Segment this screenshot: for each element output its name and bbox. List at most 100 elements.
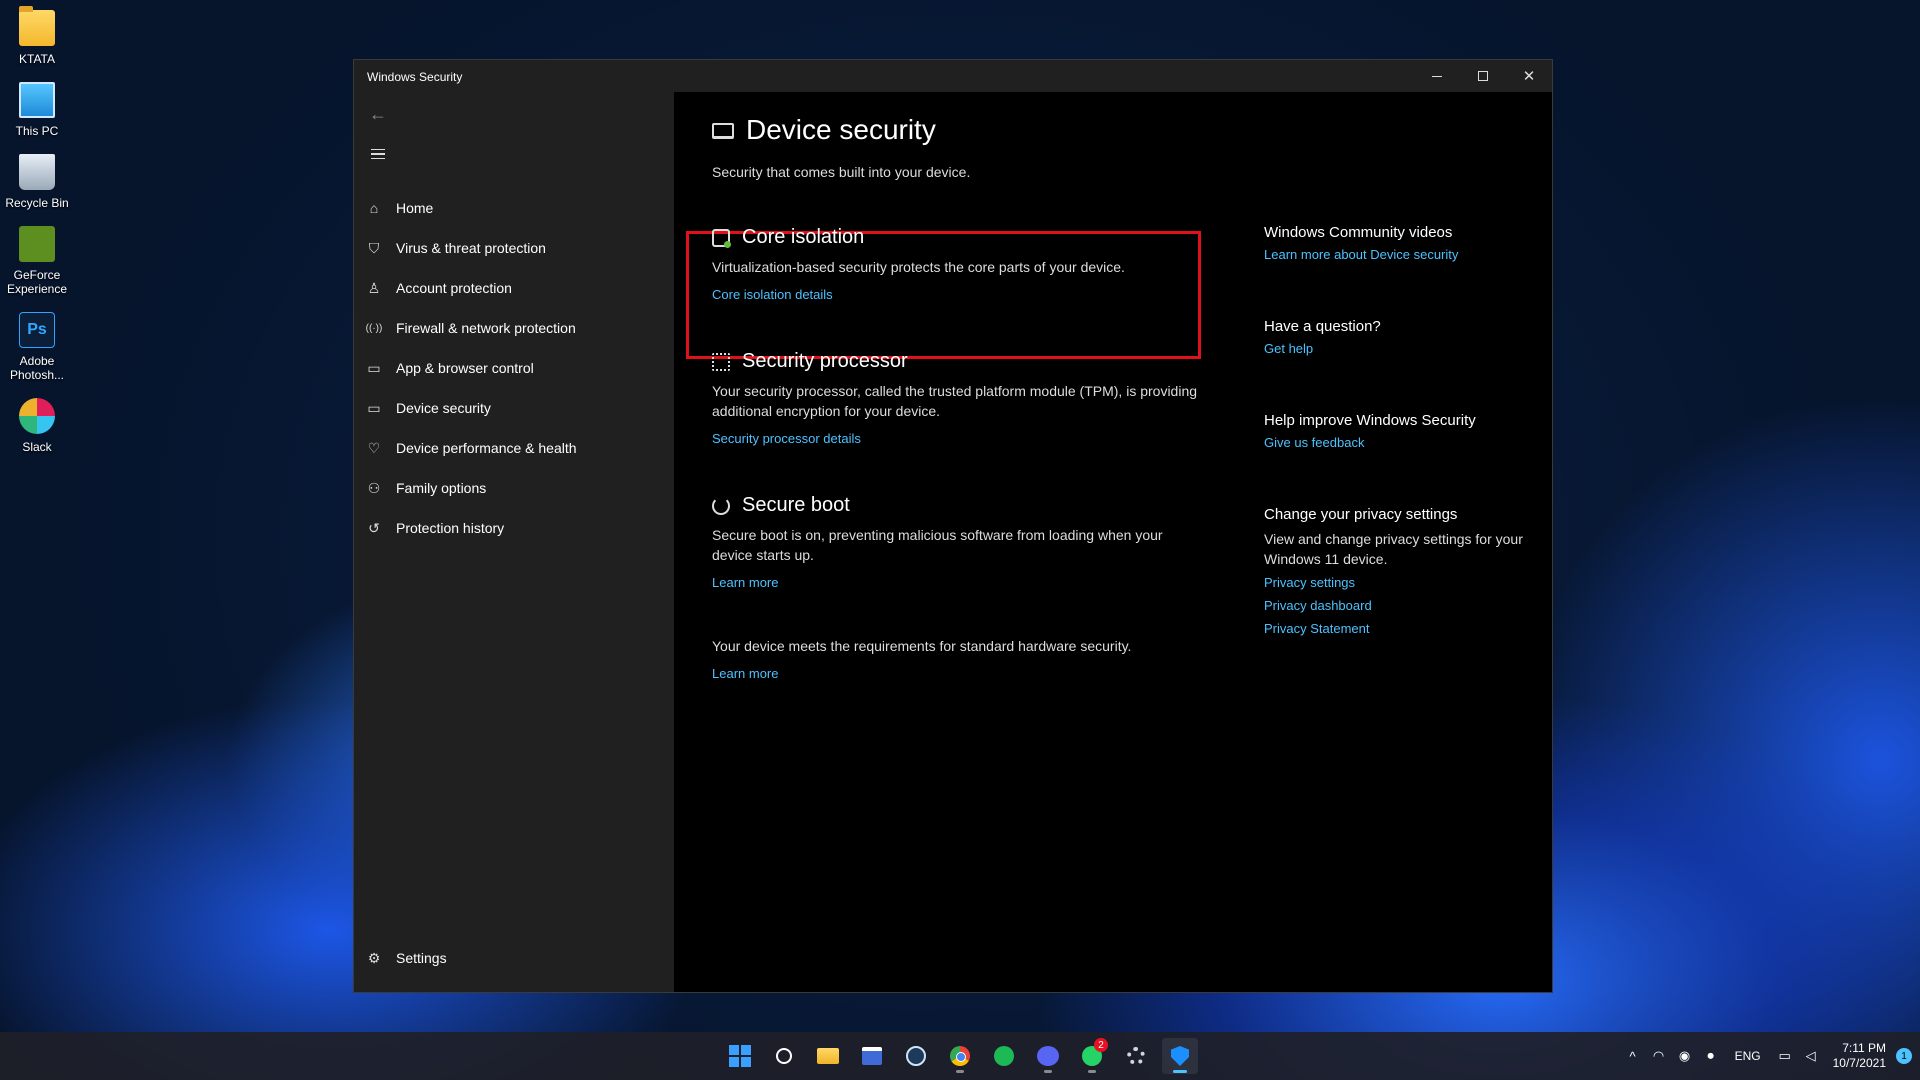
close-button[interactable]: ✕ <box>1506 60 1552 92</box>
chevron-up-icon[interactable]: ^ <box>1625 1048 1641 1064</box>
windows-security-icon <box>1171 1046 1189 1066</box>
clock-date: 10/7/2021 <box>1832 1056 1886 1070</box>
maximize-button[interactable] <box>1460 60 1506 92</box>
minimize-icon <box>1432 75 1442 77</box>
settings-button[interactable] <box>1118 1038 1154 1074</box>
section-description: Secure boot is on, preventing malicious … <box>712 527 1163 563</box>
desktop-icons: KTATA This PC Recycle Bin GeForce Experi… <box>0 6 74 466</box>
start-icon-tile <box>729 1057 739 1067</box>
desktop-icon-label: Recycle Bin <box>5 196 69 210</box>
sidebar-item-label: Protection history <box>396 520 505 536</box>
privacy-statement-link[interactable]: Privacy Statement <box>1264 621 1524 636</box>
file-explorer-button[interactable] <box>810 1038 846 1074</box>
processor-chip-icon <box>712 352 730 371</box>
app-window-icon: ▭ <box>367 359 381 376</box>
section-title: Security processor <box>742 350 908 372</box>
windows-security-button[interactable] <box>1162 1038 1198 1074</box>
whatsapp-button[interactable]: 2 <box>1074 1038 1110 1074</box>
geforce-icon <box>19 226 55 262</box>
laptop-icon: ▭ <box>367 399 381 416</box>
privacy-settings-link[interactable]: Privacy settings <box>1264 575 1524 590</box>
headphones-icon[interactable]: ◠ <box>1651 1048 1667 1064</box>
sidebar-item-app-browser-control[interactable]: ▭ App & browser control <box>354 348 674 388</box>
maximize-icon <box>1478 71 1488 81</box>
secure-boot-learn-more-link[interactable]: Learn more <box>712 575 778 590</box>
network-icon: ((·)) <box>365 322 383 334</box>
sidebar-item-protection-history[interactable]: ↺ Protection history <box>354 508 674 548</box>
steam-button[interactable] <box>898 1038 934 1074</box>
give-feedback-link[interactable]: Give us feedback <box>1264 435 1524 450</box>
sidebar-item-home[interactable]: ⌂ Home <box>354 188 674 228</box>
windows-security-window: Windows Security ✕ ← ⌂ Home ⛉ Virus & th… <box>353 59 1553 993</box>
desktop-icon-label: KTATA <box>19 52 55 66</box>
notification-count-badge[interactable]: 1 <box>1896 1048 1912 1064</box>
sidebar-item-label: Device security <box>396 400 491 416</box>
microsoft-store-button[interactable] <box>854 1038 890 1074</box>
sidebar-item-virus-threat-protection[interactable]: ⛉ Virus & threat protection <box>354 228 674 268</box>
desktop-icon-label: Slack <box>22 440 52 454</box>
hardware-learn-more-link[interactable]: Learn more <box>712 666 778 681</box>
laptop-icon <box>712 123 734 139</box>
desktop-icon-slack[interactable]: Slack <box>0 394 74 454</box>
sidebar-item-settings[interactable]: ⚙ Settings <box>354 938 674 978</box>
back-button[interactable]: ← <box>364 100 392 128</box>
microphone-icon[interactable]: ⏺ <box>1703 1048 1719 1064</box>
hamburger-icon-line <box>371 153 385 155</box>
running-indicator <box>1088 1070 1096 1073</box>
start-icon-tile <box>741 1057 751 1067</box>
heart-icon: ♡ <box>367 439 381 456</box>
section-description: Virtualization-based security protects t… <box>712 259 1125 275</box>
title-bar[interactable]: Windows Security ✕ <box>354 60 1552 92</box>
discord-icon <box>1037 1046 1059 1066</box>
clock[interactable]: 7:11 PM 10/7/2021 <box>1833 1041 1886 1071</box>
volume-icon[interactable]: ◁ <box>1803 1048 1819 1064</box>
language-indicator[interactable]: ENG <box>1735 1049 1761 1063</box>
chrome-button[interactable] <box>942 1038 978 1074</box>
sidebar-item-firewall-network-protection[interactable]: ((·)) Firewall & network protection <box>354 308 674 348</box>
start-icon <box>729 1045 751 1067</box>
power-icon <box>712 496 730 515</box>
desktop-icon-label: This PC <box>15 124 59 138</box>
minimize-button[interactable] <box>1414 60 1460 92</box>
desktop-icon-this-pc[interactable]: This PC <box>0 78 74 138</box>
community-videos-group: Windows Community videos Learn more abou… <box>1264 224 1524 270</box>
discord-button[interactable] <box>1030 1038 1066 1074</box>
network-icon[interactable]: ▭ <box>1777 1048 1793 1064</box>
sidebar-item-device-performance-health[interactable]: ♡ Device performance & health <box>354 428 674 468</box>
sidebar: ← ⌂ Home ⛉ Virus & threat protection ♙ A… <box>354 92 674 992</box>
desktop-icon-photoshop[interactable]: Ps Adobe Photosh... <box>0 308 74 382</box>
privacy-dashboard-link[interactable]: Privacy dashboard <box>1264 598 1524 613</box>
desktop-icon-ktata[interactable]: KTATA <box>0 6 74 66</box>
search-button[interactable] <box>766 1038 802 1074</box>
sidebar-item-family-options[interactable]: ⚇ Family options <box>354 468 674 508</box>
spotify-button[interactable] <box>986 1038 1022 1074</box>
main-content: Device security Security that comes buil… <box>674 92 1552 992</box>
section-hardware-status: Your device meets the requirements for s… <box>712 636 1202 683</box>
folder-icon <box>19 6 55 46</box>
sidebar-item-label: Device performance & health <box>396 440 577 456</box>
page-header: Device security <box>712 114 936 146</box>
steam-tray-icon[interactable]: ◉ <box>1677 1048 1693 1064</box>
section-description: Your security processor, called the trus… <box>712 383 1198 419</box>
improve-group: Help improve Windows Security Give us fe… <box>1264 412 1524 458</box>
hamburger-menu-button[interactable] <box>364 140 392 168</box>
sidebar-item-label: Virus & threat protection <box>396 240 546 256</box>
section-security-processor: Security processor Your security process… <box>712 350 1202 448</box>
sidebar-item-account-protection[interactable]: ♙ Account protection <box>354 268 674 308</box>
sidebar-item-label: Settings <box>396 950 447 966</box>
core-isolation-details-link[interactable]: Core isolation details <box>712 287 833 302</box>
clock-time: 7:11 PM <box>1842 1041 1886 1055</box>
security-processor-details-link[interactable]: Security processor details <box>712 431 861 446</box>
get-help-link[interactable]: Get help <box>1264 341 1524 356</box>
privacy-title: Change your privacy settings <box>1264 506 1458 523</box>
start-icon-tile <box>729 1045 739 1055</box>
start-button[interactable] <box>722 1038 758 1074</box>
learn-more-device-security-link[interactable]: Learn more about Device security <box>1264 247 1524 262</box>
search-icon <box>776 1048 792 1064</box>
settings-icon <box>1127 1047 1145 1065</box>
desktop-icon-geforce[interactable]: GeForce Experience <box>0 222 74 296</box>
page-subtitle: Security that comes built into your devi… <box>712 164 971 180</box>
core-isolation-icon <box>712 228 731 248</box>
sidebar-item-device-security[interactable]: ▭ Device security <box>354 388 674 428</box>
desktop-icon-recycle-bin[interactable]: Recycle Bin <box>0 150 74 210</box>
